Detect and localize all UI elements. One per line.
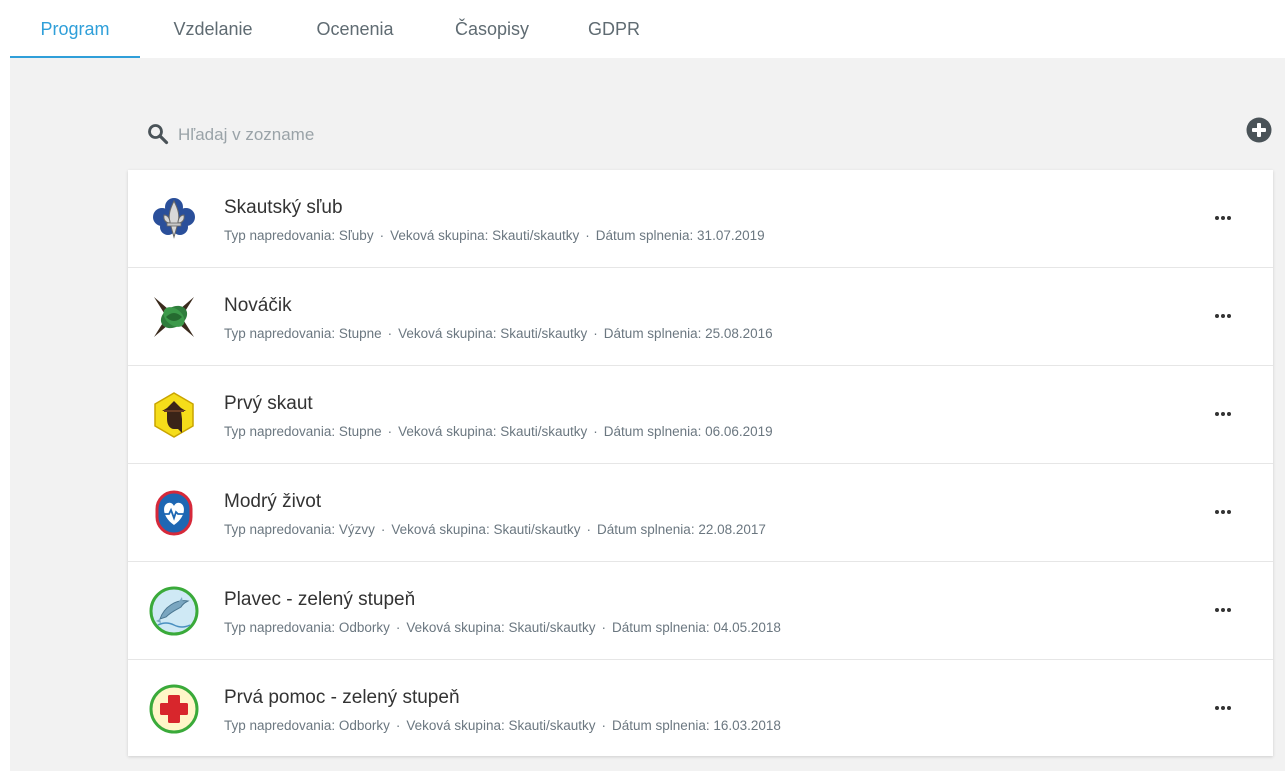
age-value: Skauti/skautky — [500, 326, 588, 341]
type-value: Stupne — [338, 326, 382, 341]
type-label: Typ napredovania: — [224, 326, 336, 341]
item-meta: Typ napredovania: Výzvy · Veková skupina: … — [224, 522, 766, 537]
type-label: Typ napredovania: — [224, 424, 336, 439]
item-title: Prvá pomoc - zelený stupeň — [224, 687, 460, 708]
search-bar — [138, 114, 1272, 158]
more-options-icon[interactable] — [1211, 698, 1235, 718]
item-title: Modrý život — [224, 491, 322, 512]
age-value: Skauti/skautky — [508, 718, 596, 733]
item-meta: Typ napredovania: Odborky · Veková skupina… — [224, 620, 781, 635]
date-value: 25.08.2016 — [705, 326, 773, 341]
more-options-icon[interactable] — [1211, 404, 1235, 424]
more-options-icon[interactable] — [1211, 306, 1235, 326]
date-label: Dátum splnenia: — [612, 718, 710, 733]
type-value: Výzvy — [338, 522, 375, 537]
age-label: Veková skupina: — [398, 424, 497, 439]
type-value: Odborky — [338, 620, 390, 635]
search-icon — [148, 124, 169, 145]
more-options-icon[interactable] — [1211, 208, 1235, 228]
list-item[interactable]: Skautský sľub Typ napredovania: Sľuby · Ve… — [128, 170, 1273, 268]
heart-pulse-icon — [155, 490, 193, 536]
tab-program[interactable]: Program — [10, 0, 140, 58]
type-value: Stupne — [338, 424, 382, 439]
item-meta: Typ napredovania: Sľuby · Veková skupina: … — [224, 228, 765, 243]
date-value: 06.06.2019 — [705, 424, 773, 439]
item-title: Prvý skaut — [224, 393, 313, 414]
type-label: Typ napredovania: — [224, 522, 336, 537]
age-label: Veková skupina: — [391, 522, 490, 537]
list-item[interactable]: Prvá pomoc - zelený stupeň Typ napredova… — [128, 660, 1273, 756]
tab-gdpr[interactable]: GDPR — [572, 0, 656, 58]
type-label: Typ napredovania: — [224, 620, 336, 635]
list-item[interactable]: Modrý život Typ napredovania: Výzvy · Veko… — [128, 464, 1273, 562]
age-value: Skauti/skautky — [508, 620, 596, 635]
item-title: Plavec - zelený stupeň — [224, 589, 416, 610]
age-label: Veková skupina: — [406, 620, 505, 635]
age-label: Veková skupina: — [398, 326, 497, 341]
age-value: Skauti/skautky — [493, 522, 581, 537]
date-value: 31.07.2019 — [697, 228, 765, 243]
more-options-icon[interactable] — [1211, 502, 1235, 522]
knot-icon — [154, 297, 194, 337]
list-item[interactable]: Nováčik Typ napredovania: Stupne · Veková … — [128, 268, 1273, 366]
type-label: Typ napredovania: — [224, 228, 336, 243]
list-item[interactable]: Prvý skaut Typ napredovania: Stupne · Veko… — [128, 366, 1273, 464]
age-label: Veková skupina: — [406, 718, 505, 733]
scout-hat-hexagon-icon — [154, 392, 194, 438]
item-meta: Typ napredovania: Stupne · Veková skupina:… — [224, 424, 773, 439]
main-content: Skautský sľub Typ napredovania: Sľuby·Ve… — [10, 58, 1285, 771]
progress-list: Skautský sľub Typ napredovania: Sľuby · Ve… — [128, 170, 1273, 756]
scout-lily-icon — [153, 198, 195, 239]
age-value: Skauti/skautky — [500, 424, 588, 439]
age-value: Skauti/skautky — [492, 228, 580, 243]
tab-casopisy[interactable]: Časopisy — [438, 0, 546, 58]
dolphin-icon — [149, 586, 199, 636]
type-value: Odborky — [338, 718, 390, 733]
more-options-icon[interactable] — [1211, 600, 1235, 620]
date-value: 22.08.2017 — [698, 522, 766, 537]
item-title: Nováčik — [224, 295, 292, 316]
type-label: Typ napredovania: — [224, 718, 336, 733]
tab-ocenenia[interactable]: Ocenenia — [300, 0, 410, 58]
plus-circle-icon[interactable] — [1246, 117, 1272, 143]
date-label: Dátum splnenia: — [603, 326, 702, 341]
search-input[interactable] — [178, 118, 1078, 152]
tab-vzdelanie[interactable]: Vzdelanie — [157, 0, 269, 58]
list-item[interactable]: Plavec - zelený stupeň Typ napredovania:… — [128, 562, 1273, 660]
item-title: Skautský sľub — [224, 197, 343, 218]
age-label: Veková skupina: — [390, 228, 489, 243]
date-label: Dátum splnenia: — [603, 424, 702, 439]
type-value: Sľuby — [338, 228, 374, 243]
tab-bar: Program Vzdelanie Ocenenia Časopisy GDPR — [0, 0, 1285, 58]
date-value: 16.03.2018 — [713, 718, 781, 733]
item-meta: Typ napredovania: Stupne · Veková skupina:… — [224, 326, 773, 341]
item-meta: Typ napredovania: Odborky · Veková skupina… — [224, 718, 781, 733]
date-label: Dátum splnenia: — [597, 522, 695, 537]
date-label: Dátum splnenia: — [595, 228, 694, 243]
date-value: 04.05.2018 — [713, 620, 781, 635]
red-cross-icon — [149, 684, 199, 734]
date-label: Dátum splnenia: — [612, 620, 710, 635]
